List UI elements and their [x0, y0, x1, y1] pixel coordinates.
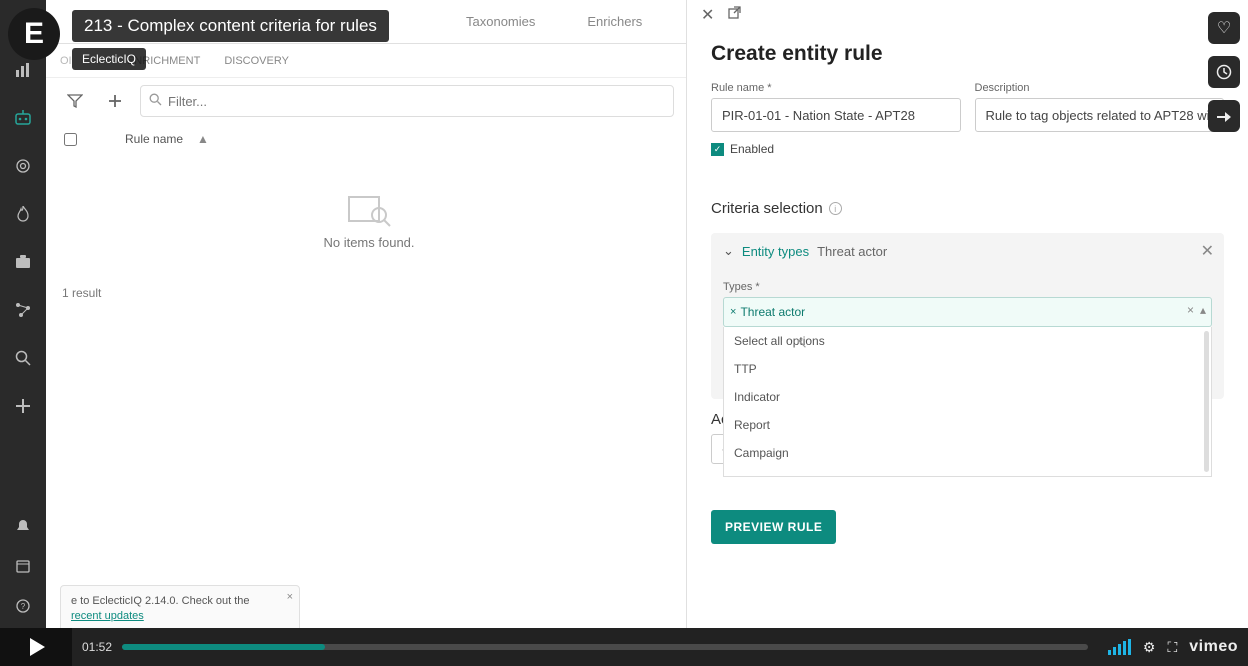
fullscreen-icon[interactable]: ⛶: [1167, 639, 1177, 656]
types-multiselect[interactable]: × Threat actor × ▴ Select all options ↖ …: [723, 297, 1212, 327]
option-indicator[interactable]: Indicator: [724, 383, 1211, 411]
create-rule-panel: ✕ Create entity rule Rule name * Descrip…: [686, 0, 1248, 636]
rail-target-icon[interactable]: [0, 156, 46, 176]
subtab-1[interactable]: OI: [60, 55, 72, 67]
video-control-bar: 01:52 ⚙ ⛶ vimeo: [0, 628, 1248, 666]
criteria-type-label: Entity types: [742, 244, 809, 259]
play-button[interactable]: [0, 628, 72, 666]
filter-input-wrap[interactable]: [140, 85, 674, 117]
banner-line2: recent updates: [71, 609, 271, 623]
dropdown-caret-icon[interactable]: ▴: [1200, 303, 1206, 317]
tab-enrichers[interactable]: Enrichers: [581, 0, 648, 44]
empty-text: No items found.: [323, 235, 414, 250]
table-header: Rule name ▲: [60, 126, 678, 152]
vimeo-logo[interactable]: vimeo: [1189, 638, 1238, 656]
panel-title: Create entity rule: [711, 42, 1224, 66]
dropdown-scrollbar[interactable]: [1204, 331, 1209, 472]
criteria-remove-icon[interactable]: ✕: [1201, 241, 1214, 261]
like-button[interactable]: ♡: [1208, 12, 1240, 44]
criteria-type-value: Threat actor: [817, 244, 887, 259]
share-button[interactable]: [1208, 100, 1240, 132]
rail-calendar-icon[interactable]: [0, 556, 46, 576]
preview-rule-button[interactable]: PREVIEW RULE: [711, 510, 836, 544]
filter-input[interactable]: [168, 94, 665, 109]
rule-name-label: Rule name *: [711, 82, 961, 94]
video-progress-fill: [122, 644, 325, 650]
cursor-icon: ↖: [796, 335, 808, 352]
filter-funnel-icon[interactable]: [60, 86, 90, 116]
rail-help-icon[interactable]: ?: [0, 596, 46, 616]
criteria-section-title: Criteria selection: [711, 200, 823, 217]
settings-icon[interactable]: ⚙: [1143, 639, 1156, 656]
svg-text:?: ?: [21, 602, 26, 611]
result-count: 1 result: [62, 286, 101, 300]
filter-toolbar: [46, 78, 688, 124]
panel-popout-icon[interactable]: [728, 6, 741, 24]
rail-graph-icon[interactable]: [0, 300, 46, 320]
update-banner: × e to EclecticIQ 2.14.0. Check out the …: [60, 585, 300, 632]
rail-fire-icon[interactable]: [0, 204, 46, 224]
option-ttp[interactable]: TTP: [724, 355, 1211, 383]
rail-robot-icon[interactable]: [0, 108, 46, 128]
criteria-info-icon[interactable]: i: [829, 202, 842, 215]
empty-folder-icon: [346, 191, 392, 227]
subtab-discovery[interactable]: DISCOVERY: [224, 55, 289, 67]
chevron-down-icon[interactable]: ⌄: [723, 243, 734, 259]
types-dropdown: Select all options ↖ TTP Indicator Repor…: [723, 327, 1212, 477]
rail-search-icon[interactable]: [0, 348, 46, 368]
rail-plus-icon[interactable]: [0, 396, 46, 416]
search-icon: [149, 93, 162, 109]
chip-remove-icon[interactable]: ×: [730, 306, 736, 318]
banner-line1: e to EclecticIQ 2.14.0. Check out the: [71, 594, 271, 608]
select-all-checkbox[interactable]: [64, 133, 77, 146]
enabled-label: Enabled: [730, 142, 774, 156]
rail-briefcase-icon[interactable]: [0, 252, 46, 272]
chip-label: Threat actor: [740, 305, 805, 319]
empty-state: No items found.: [60, 160, 678, 280]
clear-all-icon[interactable]: ×: [1187, 303, 1194, 317]
panel-close-icon[interactable]: ✕: [701, 5, 714, 25]
description-label: Description: [975, 82, 1225, 94]
types-field-label: Types *: [723, 281, 1212, 293]
column-rule-name[interactable]: Rule name: [125, 132, 183, 146]
video-timestamp: 01:52: [82, 640, 112, 654]
video-channel[interactable]: EclecticIQ: [72, 48, 146, 70]
video-progress[interactable]: [122, 644, 1088, 650]
channel-logo[interactable]: E: [8, 8, 60, 60]
video-title: 213 - Complex content criteria for rules: [72, 10, 389, 42]
floating-actions: ♡: [1208, 12, 1240, 132]
rail-bell-icon[interactable]: [0, 516, 46, 536]
rail-analytics-icon[interactable]: [0, 60, 46, 80]
watch-later-button[interactable]: [1208, 56, 1240, 88]
rule-name-input[interactable]: [711, 98, 961, 132]
left-nav-rail: ?: [0, 0, 46, 666]
option-exploit-target[interactable]: Exploit target: [724, 467, 1211, 477]
option-campaign[interactable]: Campaign: [724, 439, 1211, 467]
sort-asc-icon[interactable]: ▲: [197, 132, 209, 146]
selected-chip-threat-actor: × Threat actor: [730, 305, 805, 319]
volume-icon[interactable]: [1108, 639, 1131, 655]
enabled-checkbox[interactable]: [711, 143, 724, 156]
option-report[interactable]: Report: [724, 411, 1211, 439]
banner-close-icon[interactable]: ×: [287, 590, 293, 604]
criteria-card: ✕ ⌄ Entity types Threat actor Types * × …: [711, 233, 1224, 399]
tab-taxonomies[interactable]: Taxonomies: [460, 0, 541, 44]
add-rule-button[interactable]: [100, 86, 130, 116]
description-input[interactable]: [975, 98, 1225, 132]
